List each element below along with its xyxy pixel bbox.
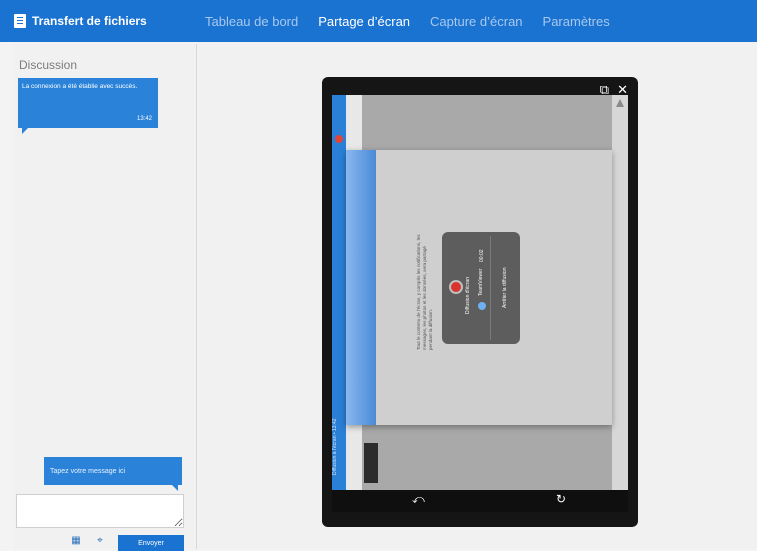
scrollbar[interactable] [612, 95, 628, 490]
tab-screen-capture[interactable]: Capture d’écran [430, 14, 523, 29]
tab-dashboard[interactable]: Tableau de bord [205, 14, 298, 29]
message-hint: Tapez votre message ici [44, 457, 182, 491]
stop-cast-button[interactable]: Arrêter la diffusion [502, 258, 508, 308]
refresh-icon[interactable]: ↻ [556, 492, 566, 506]
cast-card-title: Diffusion d'écran [465, 277, 471, 314]
message-input[interactable] [16, 494, 184, 528]
device-navigation-bar: ⤺ ↻ [332, 490, 628, 512]
pin-icon[interactable]: ⌖ [94, 535, 106, 547]
document-icon [14, 14, 26, 28]
cast-control-card: Diffusion d'écran TeamViewer 00:02 Arrêt… [442, 232, 520, 344]
teamviewer-icon [478, 302, 486, 310]
discussion-sidebar: Discussion La connexion a été établie av… [14, 44, 197, 551]
back-icon[interactable]: ⤺ [412, 492, 425, 507]
status-notification: Diffusion à l'écran • 13:42 [332, 418, 338, 475]
scroll-up-icon[interactable] [616, 99, 624, 107]
record-icon[interactable] [451, 282, 461, 292]
chat-message-text: La connexion a été établie avec succès. [22, 83, 138, 90]
top-navigation-bar: Transfert de fichiers Tableau de bord Pa… [0, 0, 757, 42]
screenshot-icon[interactable]: ▦ [70, 535, 82, 547]
app-brand: Transfert de fichiers [14, 10, 147, 32]
dialog-accent-strip [346, 150, 376, 425]
sidebar-title: Discussion [19, 58, 78, 72]
cast-app-name: TeamViewer [478, 268, 484, 296]
app-title: Transfert de fichiers [32, 14, 147, 28]
device-frame: ⧉ ✕ Diffusion à l'écran • 13:42 Tout le … [322, 77, 638, 527]
tab-screen-sharing[interactable]: Partage d’écran [318, 14, 410, 29]
tab-settings[interactable]: Paramètres [543, 14, 610, 29]
android-status-bar: Diffusion à l'écran • 13:42 [332, 95, 346, 490]
cast-dialog: Tout le contenu de l'écran, y compris le… [346, 150, 612, 425]
cast-timer: 00:02 [479, 249, 485, 262]
card-divider [490, 236, 491, 340]
chat-message-time: 13:42 [136, 116, 152, 122]
record-indicator-icon [335, 135, 343, 143]
chat-message: La connexion a été établie avec succès. … [18, 78, 158, 134]
main-nav: Tableau de bord Partage d’écran Capture … [205, 0, 610, 42]
device-screen[interactable]: Diffusion à l'écran • 13:42 Tout le cont… [332, 95, 628, 490]
list-item[interactable] [364, 443, 378, 483]
